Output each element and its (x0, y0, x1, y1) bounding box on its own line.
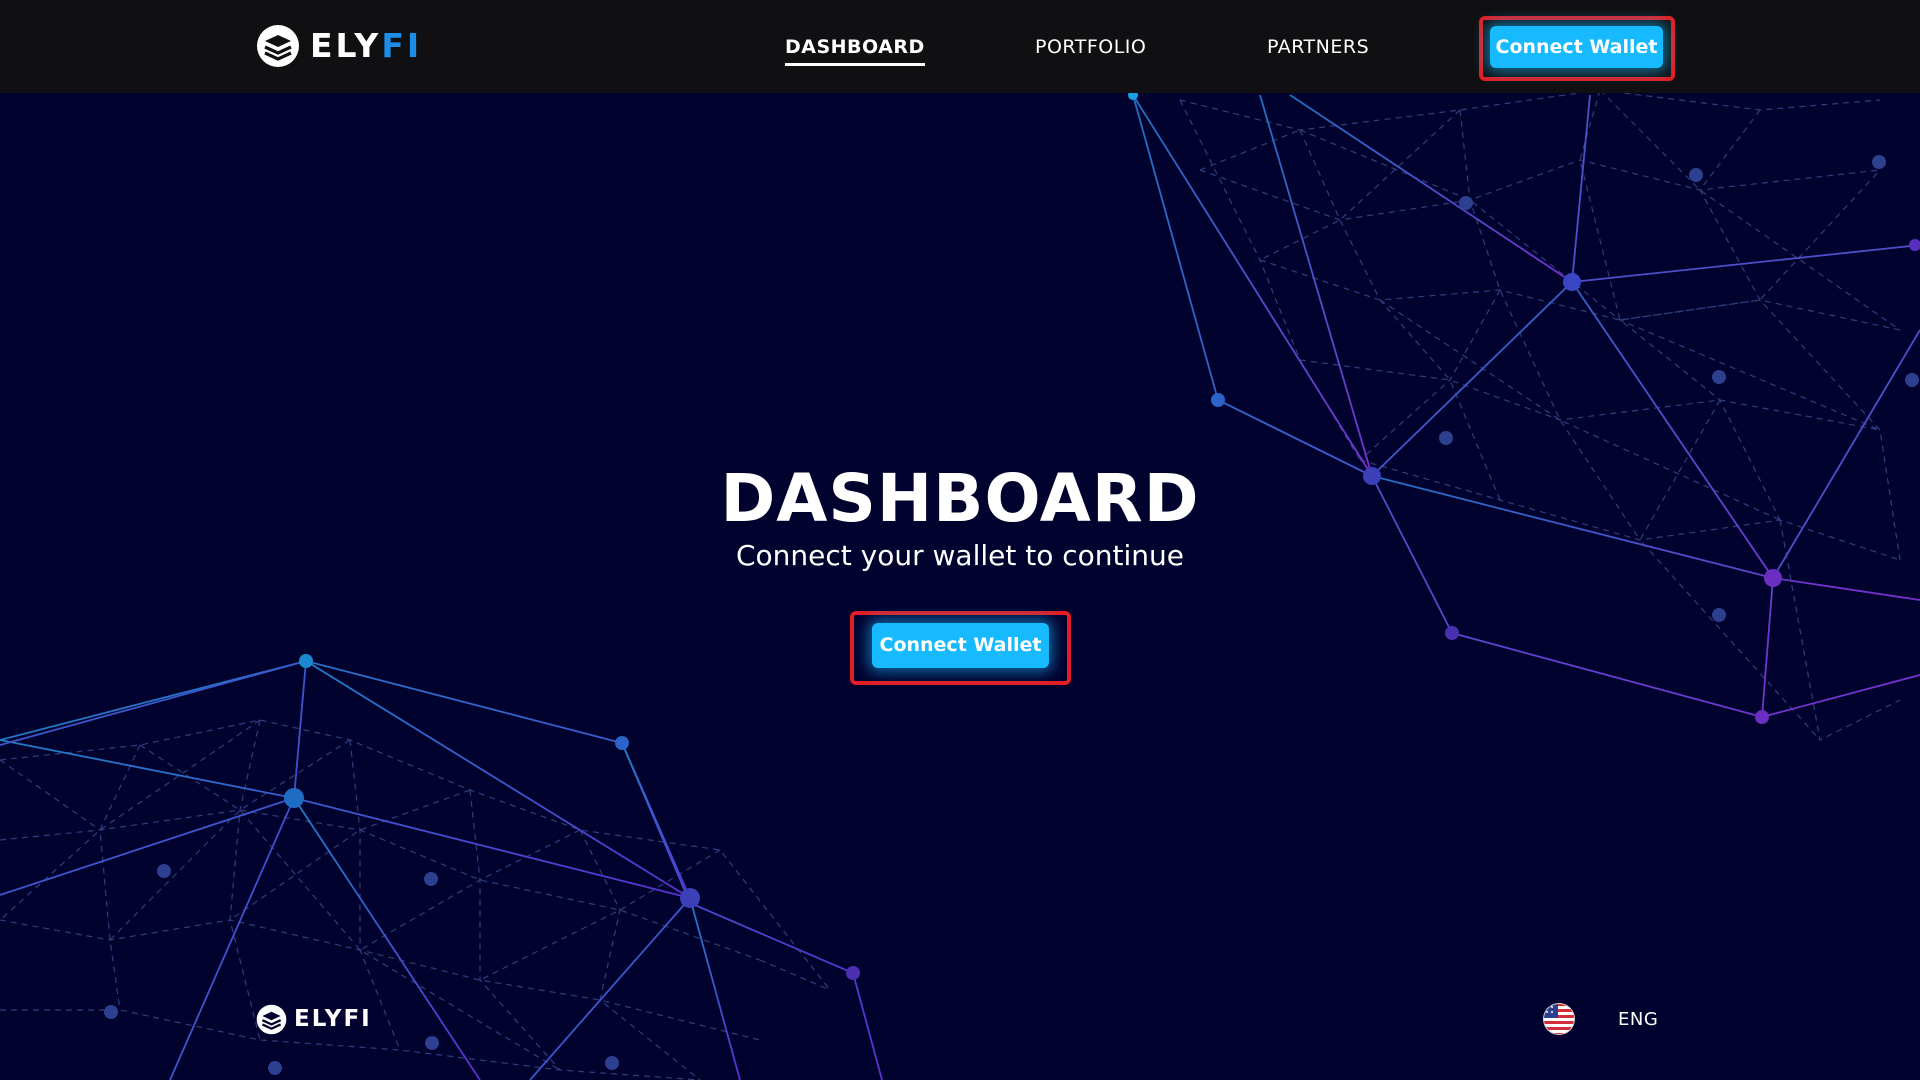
brand-name-main: ELY (310, 26, 382, 65)
brand-name-accent: FI (381, 26, 423, 65)
language-label: ENG (1618, 1008, 1659, 1030)
elyfi-logo-icon (257, 25, 299, 67)
footer-brand-wordmark: ELYFI (294, 1006, 372, 1032)
brand-logo-link[interactable]: ELYFI (256, 23, 422, 69)
nav-portfolio[interactable]: PORTFOLIO (1035, 34, 1146, 60)
header-connect-wallet-button[interactable]: Connect Wallet (1490, 26, 1663, 68)
center-connect-wallet-button[interactable]: Connect Wallet (872, 623, 1049, 668)
footer-brand: ELYFI (256, 1002, 372, 1036)
dashboard-page: ELYFI DASHBOARD PORTFOLIO PARTNERS Conne… (0, 0, 1920, 1080)
nav-dashboard[interactable]: DASHBOARD (785, 34, 925, 66)
elyfi-logo-icon (256, 1004, 287, 1034)
page-title: DASHBOARD (720, 460, 1200, 538)
language-selector[interactable]: ENG (1543, 1002, 1683, 1036)
brand-wordmark: ELYFI (310, 23, 422, 69)
us-flag-icon (1543, 1003, 1575, 1035)
nav-partners[interactable]: PARTNERS (1267, 34, 1369, 60)
page-subtitle: Connect your wallet to continue (735, 539, 1184, 572)
